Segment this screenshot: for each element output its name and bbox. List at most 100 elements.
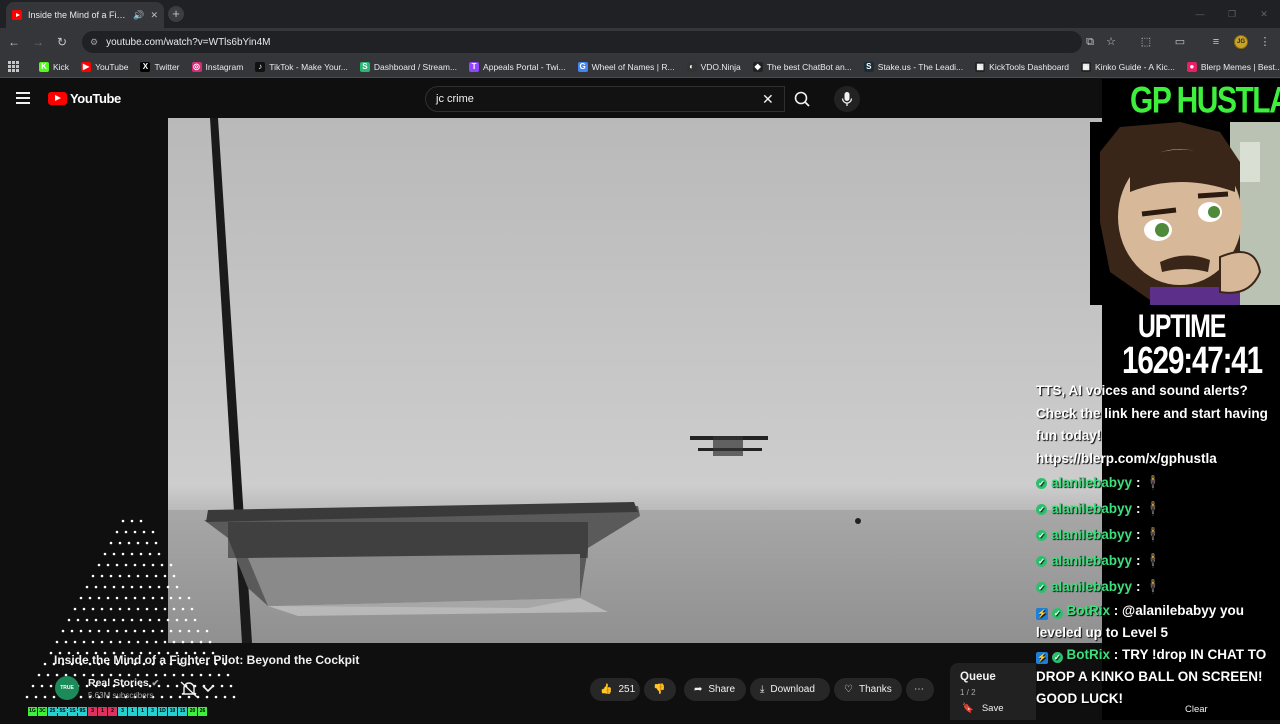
extensions-icon[interactable]: ⬚ [1138,34,1154,50]
chat-message-text: 🕴 [1144,474,1162,490]
bookmark-item[interactable]: T Appeals Portal - Twi... [463,61,572,72]
notification-bell-button[interactable] [178,680,218,698]
bookmark-favicon-icon: ◎ [191,61,202,72]
chat-username: alanilebabyy [1051,500,1133,516]
chat-username: alanilebabyy [1051,526,1133,542]
channel-name-text: Real Stories [88,677,149,689]
browser-tab-active[interactable]: Inside the Mind of a Fighte 🔊 ✕ [6,2,164,28]
reload-icon[interactable]: ↻ [54,34,70,50]
bookmark-favicon-icon: S [863,61,874,72]
share-button[interactable]: ➦ Share [684,678,746,701]
install-app-icon[interactable]: ⧉ [1082,34,1098,50]
queue-count: 1 / 2 [960,688,976,697]
bookmark-item[interactable]: ♪ TikTok - Make Your... [249,61,354,72]
bookmark-item[interactable]: X Twitter [134,61,185,72]
more-options-icon[interactable]: ⋮ [1257,34,1273,50]
cast-icon[interactable]: ▭ [1172,34,1188,50]
share-arrow-icon: ➦ [694,684,703,695]
youtube-favicon-icon [12,10,22,20]
window-controls: — ❐ ✕ [1184,0,1280,28]
download-icon: ⤓ [760,684,765,695]
chat-lines: ✓ alanilebabyy: 🕴 ✓ alanilebabyy: 🕴 ✓ alanileba… [1036,470,1280,710]
chat-message: ✓ alanilebabyy: 🕴 [1036,496,1280,522]
address-bar[interactable]: ⚙ youtube.com/watch?v=WTls6bYin4M [82,31,1082,53]
verified-badge-icon: ✓ [1036,529,1047,541]
chat-message-text: 🕴 [1144,526,1162,542]
channel-avatar[interactable]: TRUE STORIES [55,676,79,715]
bookmark-item[interactable]: S Dashboard / Stream... [354,61,463,72]
level-cell: 1 [138,707,147,716]
chat-promo-message: TTS, AI voices and sound alerts? Check t… [1036,383,1268,466]
bookmark-item[interactable]: ◎ Instagram [186,61,250,72]
site-info-icon[interactable]: ⚙ [90,37,98,48]
back-arrow-icon[interactable]: ← [6,34,22,50]
voice-search-button[interactable] [834,86,860,112]
bookmark-star-icon[interactable]: ☆ [1103,34,1119,50]
level-cell: 1G [28,707,37,716]
channel-name[interactable]: Real Stories ✔ [88,677,159,689]
bookmark-favicon-icon: S [359,61,370,72]
bookmark-icon: 🔖 [962,703,974,714]
bookmark-favicon-icon: ● [1186,61,1197,72]
download-button[interactable]: ⤓ Download [750,678,830,701]
queue-save-button[interactable]: 🔖 Save [962,703,1004,714]
chat-username: alanilebabyy [1051,474,1133,490]
bot-username: BotRix [1066,647,1111,662]
bookmark-favicon-icon: ▦ [1081,61,1092,72]
close-window-icon[interactable]: ✕ [1248,0,1280,28]
level-cell: 3 [88,707,97,716]
bookmark-item[interactable]: ▦ KickTools Dashboard [969,61,1075,72]
dislike-button[interactable]: 👎 [644,678,676,701]
level-cell: 20 [188,707,197,716]
maximize-icon[interactable]: ❐ [1216,0,1248,28]
thanks-label: Thanks [858,684,892,695]
streamer-avatar-image [1090,122,1280,305]
minimize-icon[interactable]: — [1184,0,1216,28]
bookmark-favicon-icon: K [39,61,49,72]
bookmark-item[interactable]: ▦ Kinko Guide - A Kic... [1075,61,1181,72]
bookmark-favicon-icon: ◐ [686,61,697,72]
new-tab-button[interactable]: + [168,6,184,22]
uptime-value: 1629:47:41 [1122,340,1263,382]
bot-badge-icon: ⚡ [1036,608,1048,620]
hamburger-menu-icon[interactable] [16,92,30,104]
bookmark-item[interactable]: ▶ YouTube [75,61,134,72]
close-tab-icon[interactable]: ✕ [150,10,158,21]
search-icon [794,91,810,107]
like-button[interactable]: 👍 251 [590,678,640,701]
level-cell: 25 [48,707,57,716]
share-label: Share [708,684,736,695]
speaker-icon[interactable]: 🔊 [133,10,144,21]
bookmark-favicon-icon: G [577,61,588,72]
bookmark-label: VDO.Ninja [700,61,741,72]
bookmark-item[interactable]: S Stake.us - The Leadi... [858,61,969,72]
bookmarks-bar: K Kick ▶ YouTube X Twitter ◎ Instagram ♪ TikTok -… [0,56,1280,78]
forward-arrow-icon[interactable]: → [30,34,46,50]
bookmark-label: Dashboard / Stream... [373,61,458,72]
bookmark-item[interactable]: G Wheel of Names | R... [572,61,681,72]
youtube-logo[interactable]: YouTube [48,91,121,106]
browser-tabstrip: Inside the Mind of a Fighte 🔊 ✕ + — ❐ ✕ [0,0,1280,28]
search-input[interactable]: jc crime [425,86,785,112]
level-cell: 3 [148,707,157,716]
queue-clear-button[interactable]: Clear [1185,704,1208,715]
more-actions-button[interactable]: ⋯ [906,678,934,701]
bot-username: BotRix [1066,603,1111,618]
media-control-icon[interactable]: ≡ [1208,34,1224,50]
bookmark-label: Appeals Portal - Twi... [483,61,566,72]
chat-message: ✓ alanilebabyy: 🕴 [1036,522,1280,548]
profile-avatar[interactable]: JG [1234,35,1248,49]
chat-separator: : [1136,474,1141,490]
bookmark-item[interactable]: ● Blerp Memes | Best... [1181,61,1280,72]
bookmark-item[interactable]: ◆ The best ChatBot an... [747,61,858,72]
bookmark-item[interactable]: ◐ VDO.Ninja [681,61,747,72]
thanks-button[interactable]: ♡ Thanks [834,678,902,701]
bookmark-item[interactable]: K Kick [33,61,75,72]
bot-chat-message: ⚡ ✓ BotRix : TRY !drop IN CHAT TO DROP A… [1036,644,1280,710]
video-player[interactable] [168,118,1102,643]
apps-grid-icon[interactable] [8,60,19,73]
search-button[interactable] [785,86,821,112]
level-bar: 1G 3C 25 5S 1S 9S 3 1 2 3 1 1 3 1D 10 15 20 26 [28,707,207,716]
chat-message-text: 🕴 [1144,500,1162,516]
clear-search-icon[interactable]: ✕ [762,90,774,108]
